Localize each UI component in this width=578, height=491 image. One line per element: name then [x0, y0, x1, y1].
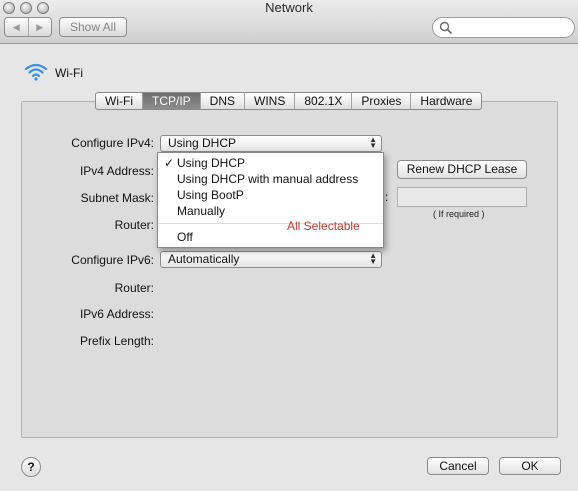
renew-dhcp-lease-button[interactable]: Renew DHCP Lease: [397, 160, 527, 179]
tab-proxies[interactable]: Proxies: [352, 93, 412, 109]
menu-item-label: Using BootP: [177, 188, 244, 202]
tab-tcpip[interactable]: TCP/IP: [142, 93, 201, 109]
ok-button[interactable]: OK: [499, 457, 561, 475]
back-forward-control: ◀ ▶: [4, 17, 52, 37]
menu-item-using-dhcp[interactable]: ✓ Using DHCP: [158, 155, 383, 171]
dhcp-client-id-field[interactable]: [397, 187, 527, 207]
menu-item-label: Using DHCP with manual address: [177, 172, 359, 186]
wifi-icon: [24, 63, 48, 81]
interface-name: Wi-Fi: [55, 66, 83, 80]
checkmark-icon: ✓: [164, 156, 175, 170]
router-ipv6-label: Router:: [114, 281, 154, 295]
search-icon: [439, 21, 453, 35]
help-button[interactable]: ?: [21, 457, 41, 477]
client-id-hint: ( If required ): [433, 209, 485, 219]
show-all-button[interactable]: Show All: [59, 17, 127, 37]
menu-item-label: Using DHCP: [177, 156, 246, 170]
configure-ipv4-label: Configure IPv4:: [71, 136, 154, 150]
router-ipv4-label: Router:: [114, 218, 154, 232]
chevron-right-icon: ▶: [36, 22, 44, 32]
configure-ipv4-value: Using DHCP: [168, 136, 237, 150]
updown-arrows-icon: ▲ ▼: [369, 251, 377, 266]
forward-button[interactable]: ▶: [27, 18, 52, 36]
ipv6-address-label: IPv6 Address:: [79, 307, 154, 321]
menu-item-manually[interactable]: Manually: [158, 203, 383, 219]
cancel-button[interactable]: Cancel: [427, 457, 489, 475]
menu-item-dhcp-manual-address[interactable]: Using DHCP with manual address: [158, 171, 383, 187]
configure-ipv6-popup[interactable]: Automatically ▲ ▼: [160, 251, 382, 268]
menu-item-using-bootp[interactable]: Using BootP: [158, 187, 383, 203]
updown-arrows-icon: ▲ ▼: [369, 135, 377, 150]
window-title: Network: [265, 0, 313, 15]
chevron-left-icon: ◀: [12, 22, 20, 32]
tab-8021x[interactable]: 802.1X: [295, 93, 353, 109]
search-field[interactable]: [432, 17, 575, 38]
tab-hardware[interactable]: Hardware: [411, 93, 481, 109]
tab-wins[interactable]: WINS: [245, 93, 296, 109]
menu-item-label: Manually: [177, 204, 226, 218]
window-toolbar: Network ◀ ▶ Show All: [0, 0, 578, 44]
subnet-mask-label: Subnet Mask:: [80, 191, 154, 205]
configure-ipv4-menu: ✓ Using DHCP Using DHCP with manual addr…: [157, 152, 384, 248]
settings-tabs: Wi-Fi TCP/IP DNS WINS 802.1X Proxies Har…: [95, 92, 483, 110]
tab-dns[interactable]: DNS: [201, 93, 245, 109]
configure-ipv6-label: Configure IPv6:: [71, 253, 154, 267]
back-button[interactable]: ◀: [5, 18, 28, 36]
annotation-all-selectable: All Selectable: [287, 219, 360, 233]
ipv4-address-label: IPv4 Address:: [79, 164, 154, 178]
search-input[interactable]: [455, 20, 567, 35]
tab-wifi[interactable]: Wi-Fi: [96, 93, 143, 109]
client-id-colon: :: [385, 190, 389, 204]
configure-ipv6-value: Automatically: [168, 252, 240, 266]
menu-item-label: Off: [177, 230, 193, 244]
prefix-length-label: Prefix Length:: [79, 334, 154, 348]
configure-ipv4-popup[interactable]: Using DHCP ▲ ▼: [160, 135, 382, 152]
